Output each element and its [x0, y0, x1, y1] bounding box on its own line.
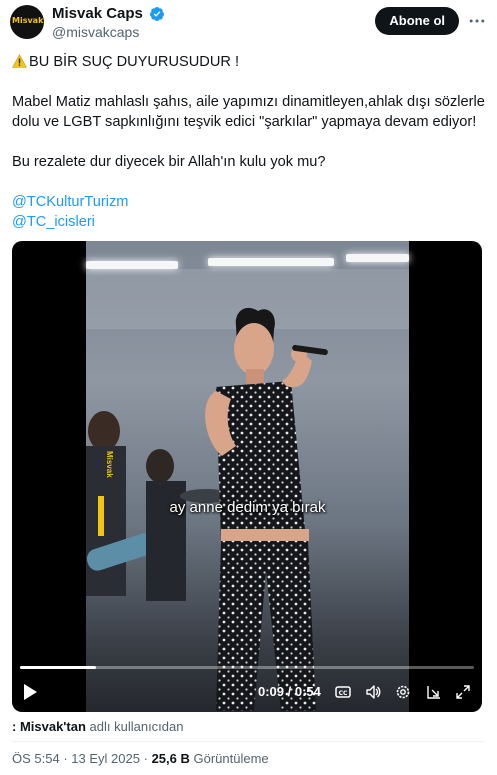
- volume-icon[interactable]: [365, 684, 381, 700]
- video-time: 0:09 / 0:54: [258, 684, 321, 699]
- tweet-line-1-text: BU BİR SUÇ DUYURUSUDUR !: [29, 54, 240, 70]
- meta-separator: ·: [143, 751, 148, 766]
- tweet-line-3: Bu rezalete dur diyecek bir Allah'ın kul…: [12, 154, 326, 170]
- settings-icon[interactable]: [395, 684, 411, 700]
- cc-icon[interactable]: CC: [335, 684, 351, 700]
- divider: [12, 741, 485, 742]
- tweet-header: Misvak Misvak Caps @misvakcaps Abone ol: [10, 5, 487, 41]
- attribution-user-link[interactable]: : Misvak'tan: [12, 719, 86, 734]
- view-count-label: Görüntüleme: [193, 751, 269, 766]
- pip-icon[interactable]: [426, 684, 442, 700]
- follow-button[interactable]: Abone ol: [375, 7, 459, 35]
- handle[interactable]: @misvakcaps: [52, 23, 165, 41]
- fullscreen-icon[interactable]: [455, 684, 471, 700]
- video-caption: ay anne dedim ya bırak: [169, 499, 326, 516]
- video-progress-bar[interactable]: [20, 666, 474, 669]
- video-watermark: Misvak: [105, 451, 114, 478]
- attribution-text: adlı kullanıcıdan: [89, 719, 184, 734]
- mention-link[interactable]: @TCKulturTurizm: [12, 192, 487, 212]
- mention-link[interactable]: @TC_icisleri: [12, 212, 487, 232]
- play-icon[interactable]: [22, 683, 38, 701]
- verified-badge-icon: [150, 7, 165, 21]
- avatar-logo-text: Misvak: [12, 16, 44, 25]
- performer-figure: [86, 307, 328, 711]
- warning-icon: [12, 54, 27, 68]
- more-horizontal-icon[interactable]: [467, 11, 487, 31]
- meta-separator: ·: [63, 751, 68, 766]
- display-name[interactable]: Misvak Caps: [52, 5, 143, 23]
- tweet-meta: ÖS 5:54 · 13 Eyl 2025 · 25,6 B Görüntüle…: [12, 751, 269, 766]
- svg-text:CC: CC: [339, 690, 348, 697]
- video-progress-fill: [20, 666, 96, 669]
- avatar[interactable]: Misvak: [10, 5, 44, 39]
- video-player[interactable]: ay anne dedim ya bırak Misvak 0:09 / 0:5…: [12, 241, 482, 712]
- video-attribution: : Misvak'tan adlı kullanıcıdan: [12, 719, 183, 734]
- author-block: Misvak Caps @misvakcaps: [52, 5, 165, 41]
- tweet-text: BU BİR SUÇ DUYURUSUDUR ! Mabel Matiz mah…: [12, 52, 487, 232]
- tweet-line-2: Mabel Matiz mahlaslı şahıs, aile yapımız…: [12, 94, 485, 130]
- tweet-time[interactable]: ÖS 5:54: [12, 751, 60, 766]
- tweet-date[interactable]: 13 Eyl 2025: [71, 751, 140, 766]
- view-count: 25,6 B: [151, 751, 190, 766]
- video-frame: [86, 241, 409, 712]
- tweet-line-1: BU BİR SUÇ DUYURUSUDUR !: [12, 52, 487, 72]
